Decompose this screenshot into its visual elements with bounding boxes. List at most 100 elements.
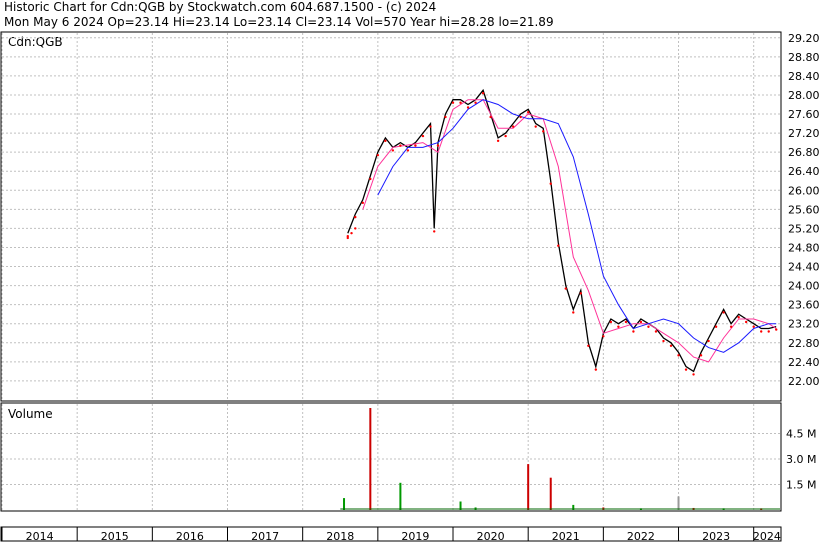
- y-tick-label: 25.60: [788, 203, 820, 216]
- y-tick-label: 28.40: [788, 70, 820, 83]
- price-dot: [609, 320, 613, 324]
- price-dot: [350, 231, 353, 235]
- volume-bar: [527, 464, 530, 510]
- price-dot: [406, 149, 410, 152]
- price-dot: [399, 144, 402, 147]
- y-tick-label: 24.80: [788, 241, 820, 254]
- y-tick-label: 22.80: [788, 337, 820, 350]
- price-dot: [496, 139, 500, 143]
- price-dot: [459, 101, 462, 104]
- price-dot: [639, 320, 643, 324]
- x-tick-label: 2023: [702, 530, 730, 543]
- price-dot: [714, 325, 718, 328]
- y-tick-labels: 29.20 28.80 28.40 28.00 27.60 27.20 26.80 26.40…: [788, 32, 820, 388]
- price-dot: [504, 134, 507, 138]
- price-dot: [564, 287, 567, 290]
- stock-chart: Cdn:QGB Volume 29.20 28.80 28.40 28.00 27.60…: [0, 31, 820, 543]
- price-dot: [354, 227, 357, 230]
- price-dot: [391, 149, 395, 152]
- price-dot: [707, 339, 710, 343]
- volume-bar: [399, 482, 402, 510]
- price-dot: [632, 330, 635, 333]
- x-tick-label: 2021: [552, 530, 580, 543]
- y-tick-label: 26.00: [788, 184, 820, 197]
- price-dot: [617, 325, 620, 328]
- y-tick-label: 26.40: [788, 165, 820, 178]
- volume-bar: [369, 408, 372, 510]
- price-dot: [354, 215, 357, 219]
- price-dot: [451, 101, 455, 104]
- x-tick-label: 2014: [26, 530, 54, 543]
- y-tick-label: 27.20: [788, 127, 820, 140]
- price-dot: [436, 144, 440, 147]
- y-tick-label: 28.80: [788, 51, 820, 64]
- y-tick-label: 27.60: [788, 108, 820, 121]
- price-dot: [466, 106, 470, 109]
- price-dot: [699, 354, 703, 357]
- price-dot: [677, 354, 680, 357]
- price-dot: [760, 330, 763, 333]
- price-dot: [692, 373, 695, 376]
- price-dot: [534, 125, 537, 128]
- x-tick-label: 2020: [477, 530, 505, 543]
- price-dot: [414, 144, 417, 147]
- x-tick-label: 2024: [753, 530, 781, 543]
- volume-bar: [549, 477, 552, 510]
- price-dot: [474, 101, 477, 104]
- y-tick-label: 23.20: [788, 318, 820, 331]
- price-dot: [624, 320, 628, 324]
- price-dot: [737, 316, 740, 319]
- x-tick-label: 2019: [401, 530, 429, 543]
- y-tick-label: 25.20: [788, 222, 820, 235]
- price-dot: [744, 320, 748, 324]
- price-dot: [361, 201, 365, 205]
- price-dot: [481, 91, 485, 95]
- price-panel: [0, 31, 782, 402]
- volume-tick-label: 1.5 M: [786, 479, 816, 492]
- price-dot: [722, 311, 725, 314]
- price-dot: [542, 130, 545, 133]
- y-tick-label: 23.60: [788, 299, 820, 312]
- price-dot: [647, 325, 650, 328]
- y-tick-label: 22.00: [788, 375, 820, 388]
- price-dot: [767, 330, 770, 333]
- y-tick-label: 29.20: [788, 32, 820, 45]
- price-dot: [752, 325, 755, 328]
- price-dot: [511, 125, 515, 128]
- price-dot: [433, 230, 436, 233]
- volume-tick-label: 3.0 M: [786, 453, 816, 466]
- y-tick-label: 24.40: [788, 261, 820, 274]
- price-dot: [594, 368, 598, 371]
- y-tick-label: 26.80: [788, 146, 820, 159]
- x-tick-label: 2016: [176, 530, 204, 543]
- price-dot: [519, 115, 522, 119]
- volume-panel: [0, 402, 782, 512]
- price-dot: [376, 153, 380, 157]
- price-dot: [429, 125, 432, 128]
- volume-bar: [677, 496, 680, 510]
- volume-panel-title: Volume: [8, 407, 53, 421]
- price-dot: [557, 244, 560, 247]
- price-dot: [384, 139, 387, 143]
- price-dot: [669, 344, 673, 348]
- price-dot: [526, 111, 530, 114]
- price-dot: [602, 335, 605, 338]
- price-dot: [579, 292, 583, 295]
- price-dot: [587, 344, 590, 348]
- price-dot: [444, 115, 447, 119]
- price-dot: [775, 328, 778, 331]
- y-tick-label: 28.00: [788, 89, 820, 102]
- price-dot: [684, 368, 688, 371]
- price-dot: [369, 177, 372, 181]
- price-dot: [549, 182, 552, 185]
- x-tick-label: 2015: [101, 530, 129, 543]
- price-dot: [654, 330, 658, 333]
- x-tick-label: 2017: [251, 530, 279, 543]
- price-dot: [421, 134, 425, 138]
- x-tick-label: 2022: [627, 530, 655, 543]
- volume-tick-labels: 4.5 M 3.0 M 1.5 M: [786, 428, 816, 492]
- price-dot: [489, 115, 492, 119]
- price-dot: [729, 325, 733, 328]
- y-tick-label: 24.00: [788, 280, 820, 293]
- price-dot: [346, 236, 349, 240]
